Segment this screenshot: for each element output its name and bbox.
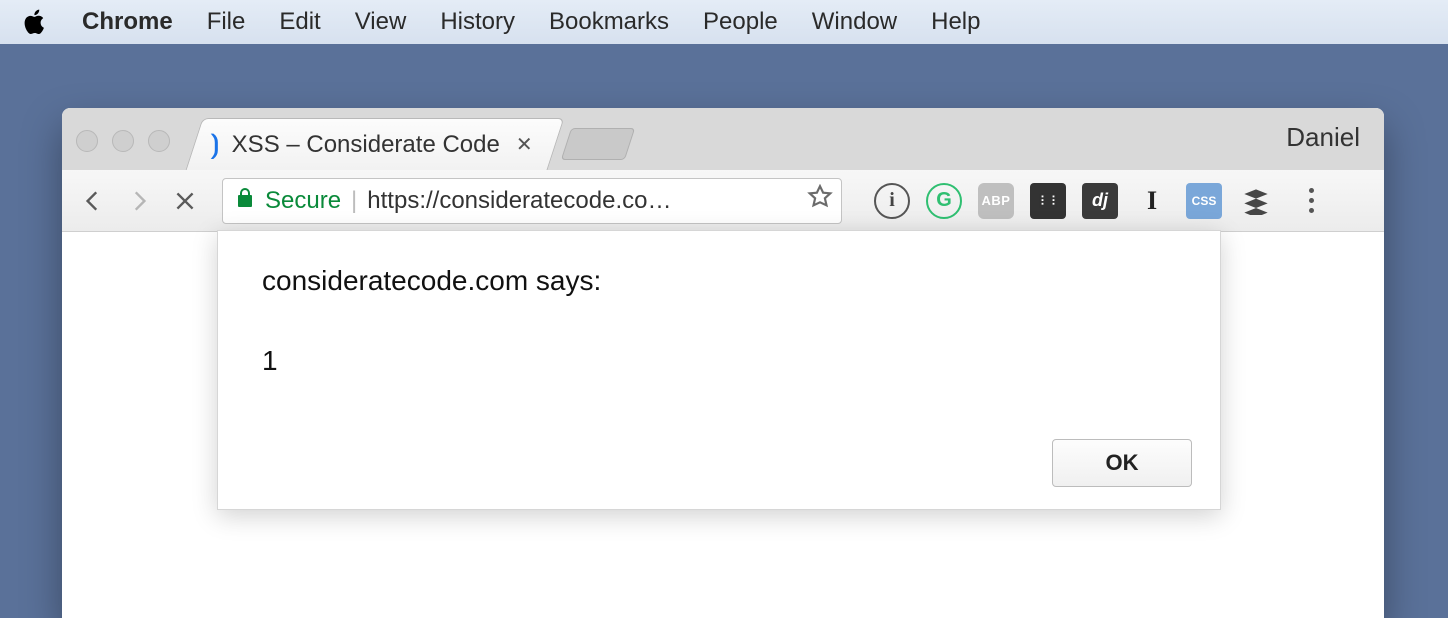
chrome-menu-button[interactable]	[1296, 188, 1326, 213]
macos-menubar: Chrome File Edit View History Bookmarks …	[0, 0, 1448, 44]
window-close-button[interactable]	[76, 130, 98, 152]
extension-icons: i G ABP dj I CSS	[874, 183, 1326, 219]
alert-message: 1	[262, 345, 1176, 377]
menu-file[interactable]: File	[207, 8, 246, 36]
alert-ok-button[interactable]: OK	[1052, 439, 1192, 487]
menu-edit[interactable]: Edit	[279, 8, 320, 36]
profile-name-label[interactable]: Daniel	[1286, 122, 1360, 153]
extension-instapaper-icon[interactable]: I	[1134, 183, 1170, 219]
extension-grammarly-icon[interactable]: G	[926, 183, 962, 219]
tab-title: XSS – Considerate Code	[232, 131, 500, 159]
window-zoom-button[interactable]	[148, 130, 170, 152]
extension-buffer-icon[interactable]	[1238, 183, 1274, 219]
address-bar[interactable]: Secure | https://consideratecode.co…	[222, 178, 842, 224]
menu-history[interactable]: History	[440, 8, 515, 36]
chrome-window: ⟯ XSS – Considerate Code ✕ Daniel Secure…	[62, 108, 1384, 618]
nav-stop-button[interactable]	[168, 184, 202, 218]
secure-label: Secure	[265, 187, 341, 215]
tab-favicon-icon: ⟯	[211, 129, 220, 161]
new-tab-button[interactable]	[560, 128, 634, 160]
window-minimize-button[interactable]	[112, 130, 134, 152]
menu-help[interactable]: Help	[931, 8, 980, 36]
chrome-tabstrip: ⟯ XSS – Considerate Code ✕ Daniel	[62, 108, 1384, 170]
lock-icon	[235, 186, 255, 215]
window-traffic-lights	[76, 130, 170, 152]
tab-close-icon[interactable]: ✕	[512, 132, 537, 157]
extension-info-icon[interactable]: i	[874, 183, 910, 219]
menu-app-name[interactable]: Chrome	[82, 8, 173, 36]
extension-css-icon[interactable]: CSS	[1186, 183, 1222, 219]
js-alert-dialog: consideratecode.com says: 1 OK	[217, 230, 1221, 510]
menu-people[interactable]: People	[703, 8, 778, 36]
apple-menu-icon[interactable]	[24, 8, 48, 36]
browser-tab[interactable]: ⟯ XSS – Considerate Code ✕	[186, 118, 565, 170]
omnibox-separator: |	[351, 187, 357, 215]
menu-window[interactable]: Window	[812, 8, 897, 36]
nav-forward-button[interactable]	[122, 184, 156, 218]
extension-video-icon[interactable]	[1030, 183, 1066, 219]
bookmark-star-icon[interactable]	[807, 184, 833, 217]
menu-bookmarks[interactable]: Bookmarks	[549, 8, 669, 36]
omnibox-url: https://consideratecode.co…	[367, 187, 791, 215]
extension-abp-icon[interactable]: ABP	[978, 183, 1014, 219]
nav-back-button[interactable]	[76, 184, 110, 218]
extension-django-icon[interactable]: dj	[1082, 183, 1118, 219]
alert-origin-text: consideratecode.com says:	[262, 265, 1176, 297]
chrome-toolbar: Secure | https://consideratecode.co… i G…	[62, 170, 1384, 232]
menu-view[interactable]: View	[355, 8, 407, 36]
